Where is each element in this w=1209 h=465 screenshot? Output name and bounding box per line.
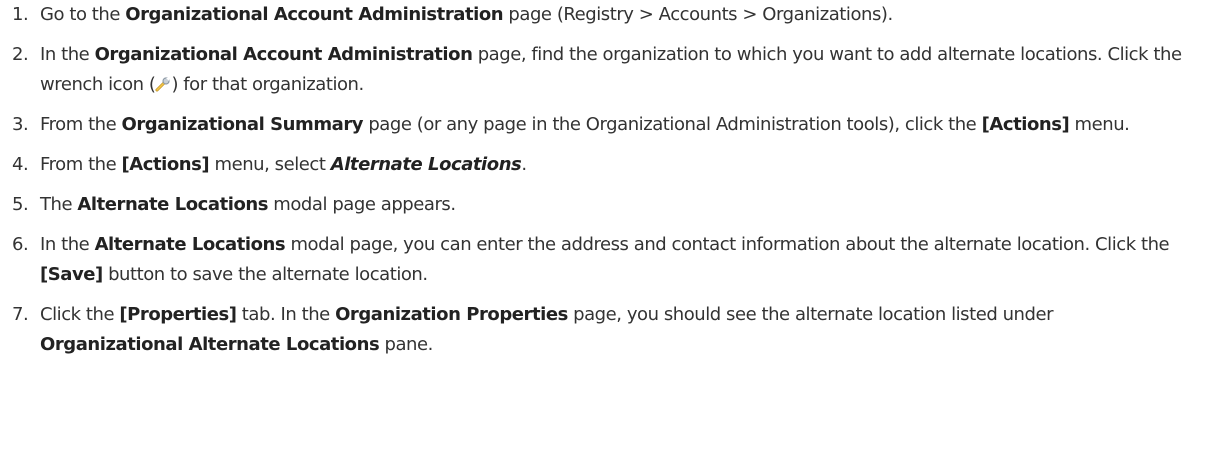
step-text: In the — [40, 234, 95, 255]
page-name: Alternate Locations — [77, 194, 269, 215]
step-text: The — [40, 194, 78, 215]
step-4: 4. From the [Actions] menu, select Alter… — [0, 150, 1209, 180]
page-name: Organizational Summary — [121, 114, 364, 135]
step-text: modal page appears. — [268, 194, 456, 215]
page-name: Alternate Locations — [94, 234, 286, 255]
step-text: button to save the alternate location. — [102, 264, 428, 285]
step-text: . — [521, 154, 527, 175]
page-name: Organizational Account Administration — [94, 44, 473, 65]
step-text: menu, select — [209, 154, 331, 175]
page-name: Organizational Account Administration — [125, 4, 504, 25]
step-text: page, you should see the alternate locat… — [567, 304, 1054, 325]
step-text: menu. — [1069, 114, 1130, 135]
step-5: 5. The Alternate Locations modal page ap… — [0, 190, 1209, 220]
step-text: In the — [40, 44, 95, 65]
step-text: ) for that organization. — [171, 74, 364, 95]
menu-name: [Actions] — [121, 154, 210, 175]
menu-name: [Actions] — [981, 114, 1070, 135]
step-text: Click the — [40, 304, 120, 325]
step-text: pane. — [379, 334, 433, 355]
button-name: [Save] — [40, 264, 103, 285]
step-6: 6. In the Alternate Locations modal page… — [0, 230, 1209, 290]
step-number: 2. — [12, 44, 29, 65]
pane-name: Organizational Alternate Locations — [40, 334, 380, 355]
step-text: tab. In the — [236, 304, 336, 325]
step-7: 7. Click the [Properties] tab. In the Or… — [0, 300, 1209, 360]
step-number: 5. — [12, 194, 29, 215]
page-name: Organization Properties — [335, 304, 568, 325]
step-text: page (or any page in the Organizational … — [363, 114, 982, 135]
step-2: 2. In the Organizational Account Adminis… — [0, 40, 1209, 100]
step-number: 4. — [12, 154, 29, 175]
tab-name: [Properties] — [119, 304, 237, 325]
step-number: 3. — [12, 114, 29, 135]
step-text: page (Registry > Accounts > Organization… — [503, 4, 893, 25]
step-number: 1. — [12, 4, 29, 25]
step-text: modal page, you can enter the address an… — [285, 234, 1170, 255]
wrench-icon — [155, 77, 171, 92]
step-text: Go to the — [40, 4, 126, 25]
step-number: 7. — [12, 304, 29, 325]
step-1: 1. Go to the Organizational Account Admi… — [0, 0, 1209, 30]
instruction-steps: 1. Go to the Organizational Account Admi… — [0, 0, 1209, 360]
step-number: 6. — [12, 234, 29, 255]
step-text: From the — [40, 114, 122, 135]
menu-option: Alternate Locations — [330, 154, 522, 175]
step-text: From the — [40, 154, 122, 175]
step-3: 3. From the Organizational Summary page … — [0, 110, 1209, 140]
